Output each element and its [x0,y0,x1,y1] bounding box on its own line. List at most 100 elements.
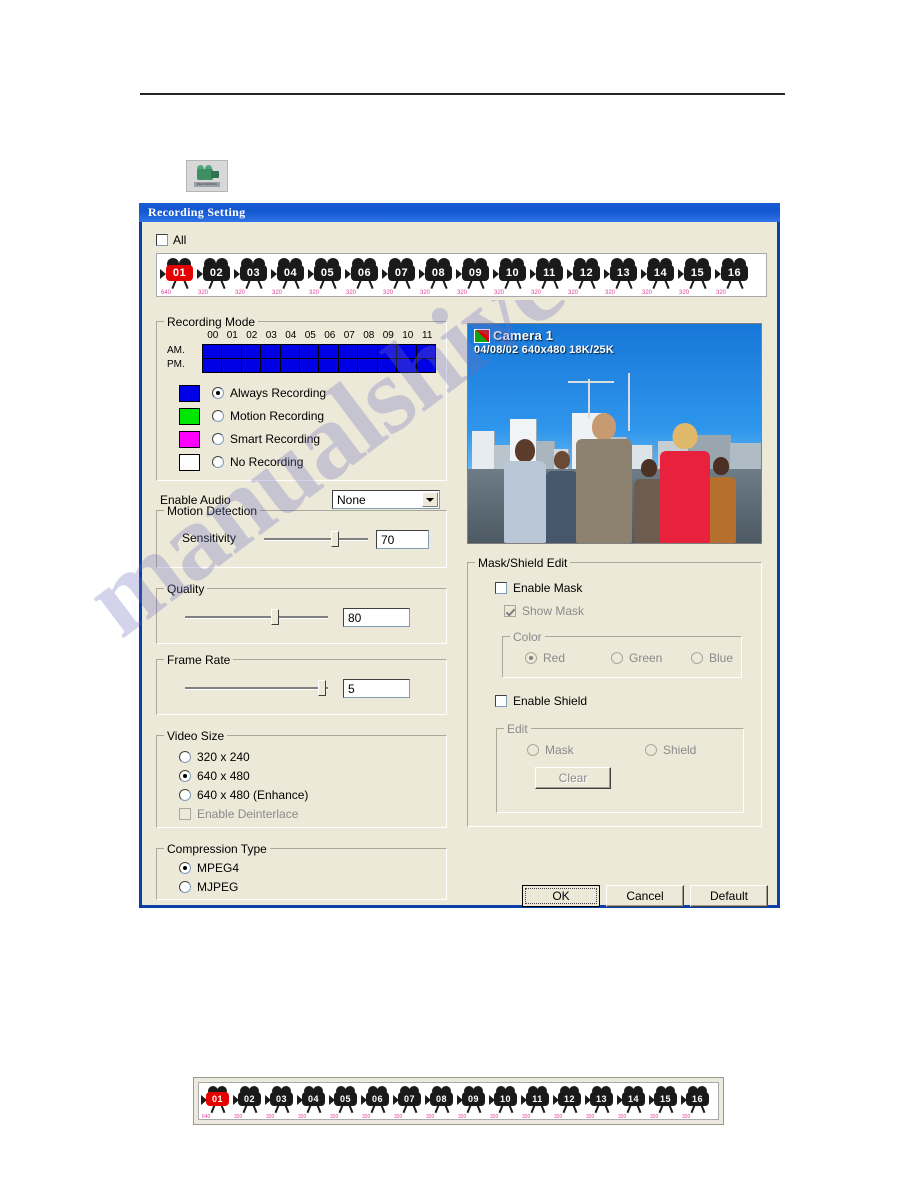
schedule-cell-pm-1[interactable] [222,359,241,372]
mode-radio[interactable] [212,410,224,422]
video-size-radio[interactable] [179,770,191,782]
camera-icon-15[interactable]: 15 320 [649,1085,681,1120]
video-size-radio[interactable] [179,751,191,763]
camera-icon-13[interactable]: 13 320 [604,257,641,296]
sensitivity-slider-track[interactable] [264,538,368,541]
mode-radio[interactable] [212,433,224,445]
camera-icon-16[interactable]: 16 320 [681,1085,713,1120]
compression-option-mpeg4[interactable]: MPEG4 [179,861,239,875]
mode-radio[interactable] [212,387,224,399]
compression-radio[interactable] [179,862,191,874]
quality-slider-track[interactable] [185,616,328,619]
camera-icon-04[interactable]: 04 320 [297,1085,329,1120]
camera-icon-16[interactable]: 16 320 [715,257,752,296]
camera-icon-03[interactable]: 03 320 [234,257,271,296]
video-size-option-0[interactable]: 320 x 240 [179,750,250,764]
schedule-cell-am-11[interactable] [416,345,435,358]
schedule-cell-am-5[interactable] [300,345,319,358]
schedule-cell-am-0[interactable] [203,345,222,358]
schedule-cell-pm-2[interactable] [241,359,261,372]
camera-icon-10[interactable]: 10 320 [493,257,530,296]
mode-radio[interactable] [212,456,224,468]
camera-icon-10[interactable]: 10 320 [489,1085,521,1120]
frame-rate-value-field[interactable]: 5 [343,679,410,698]
schedule-cell-am-10[interactable] [397,345,416,358]
schedule-grid[interactable] [202,344,436,373]
compression-radio[interactable] [179,881,191,893]
recording-mode-option-motion[interactable]: Motion Recording [179,405,324,427]
camera-icon-06[interactable]: 06 320 [361,1085,393,1120]
enable-audio-select[interactable]: None [332,490,440,509]
schedule-cell-am-6[interactable] [319,345,338,358]
camera-icon-08[interactable]: 08 320 [425,1085,457,1120]
camera-icon-05[interactable]: 05 320 [308,257,345,296]
camera-icon-11[interactable]: 11 320 [521,1085,553,1120]
enable-mask-box[interactable] [495,582,507,594]
all-cameras-checkbox[interactable]: All [156,233,186,247]
schedule-cell-am-9[interactable] [377,345,397,358]
all-checkbox-box[interactable] [156,234,168,246]
camera-icon-02[interactable]: 02 320 [197,257,234,296]
schedule-cell-pm-9[interactable] [377,359,397,372]
camera-icon-13[interactable]: 13 320 [585,1085,617,1120]
video-size-option-2[interactable]: 640 x 480 (Enhance) [179,788,308,802]
camera-icon-09[interactable]: 09 320 [456,257,493,296]
camera-icon-06[interactable]: 06 320 [345,257,382,296]
camera-icon-02[interactable]: 02 320 [233,1085,265,1120]
schedule-cell-pm-3[interactable] [261,359,280,372]
camera-icon-07[interactable]: 07 320 [382,257,419,296]
recording-camera-icon[interactable]: RECORDING [186,160,228,192]
frame-rate-slider-track[interactable] [185,687,328,690]
schedule-cell-pm-4[interactable] [280,359,300,372]
recording-mode-option-always[interactable]: Always Recording [179,382,326,404]
ok-button[interactable]: OK [522,885,600,907]
camera-icon-08[interactable]: 08 320 [419,257,456,296]
enable-shield-box[interactable] [495,695,507,707]
recording-mode-option-smart[interactable]: Smart Recording [179,428,320,450]
camera-icon-04[interactable]: 04 320 [271,257,308,296]
camera-icon-01[interactable]: 01 640 [201,1085,233,1120]
schedule-cell-pm-10[interactable] [397,359,416,372]
schedule-cell-am-4[interactable] [280,345,300,358]
schedule-cell-am-8[interactable] [358,345,377,358]
sensitivity-value-field[interactable]: 70 [376,530,429,549]
video-size-radio[interactable] [179,789,191,801]
camera-leg [442,279,448,290]
video-size-option-1[interactable]: 640 x 480 [179,769,250,783]
camera-icon-01[interactable]: 01 640 [160,257,197,296]
enable-shield-checkbox[interactable]: Enable Shield [495,694,587,708]
frame-rate-slider-thumb[interactable] [318,680,327,696]
camera-icon-12[interactable]: 12 320 [567,257,604,296]
schedule-cell-pm-6[interactable] [319,359,338,372]
default-button[interactable]: Default [690,885,768,907]
camera-icon-14[interactable]: 14 320 [641,257,678,296]
schedule-cell-pm-7[interactable] [338,359,358,372]
enable-mask-checkbox[interactable]: Enable Mask [495,581,582,595]
cancel-button[interactable]: Cancel [606,885,684,907]
camera-selector-strip[interactable]: 01 640 02 320 03 320 04 320 05 320 06 320 07 320 08 320… [156,253,767,297]
recording-mode-option-no[interactable]: No Recording [179,451,303,473]
camera-icon-15[interactable]: 15 320 [678,257,715,296]
quality-slider-thumb[interactable] [271,609,280,625]
schedule-cell-am-7[interactable] [338,345,358,358]
camera-icon-14[interactable]: 14 320 [617,1085,649,1120]
schedule-cell-am-2[interactable] [241,345,261,358]
chevron-down-icon[interactable] [422,492,438,507]
camera-icon-03[interactable]: 03 320 [265,1085,297,1120]
camera-preview[interactable]: Camera 1 04/08/02 640x480 18K/25K [467,323,762,544]
quality-value-field[interactable]: 80 [343,608,410,627]
compression-option-mjpeg[interactable]: MJPEG [179,880,238,894]
camera-icon-11[interactable]: 11 320 [530,257,567,296]
camera-icon-12[interactable]: 12 320 [553,1085,585,1120]
schedule-cell-pm-11[interactable] [416,359,435,372]
sensitivity-slider-thumb[interactable] [330,531,339,547]
camera-icon-07[interactable]: 07 320 [393,1085,425,1120]
schedule-cell-am-3[interactable] [261,345,280,358]
schedule-cell-am-1[interactable] [222,345,241,358]
schedule-cell-pm-8[interactable] [358,359,377,372]
bottom-camera-selector-strip[interactable]: 01 640 02 320 03 320 04 320 05 320 06 320 07 320 08 320… [198,1082,719,1120]
schedule-cell-pm-0[interactable] [203,359,222,372]
camera-icon-05[interactable]: 05 320 [329,1085,361,1120]
schedule-cell-pm-5[interactable] [300,359,319,372]
camera-icon-09[interactable]: 09 320 [457,1085,489,1120]
